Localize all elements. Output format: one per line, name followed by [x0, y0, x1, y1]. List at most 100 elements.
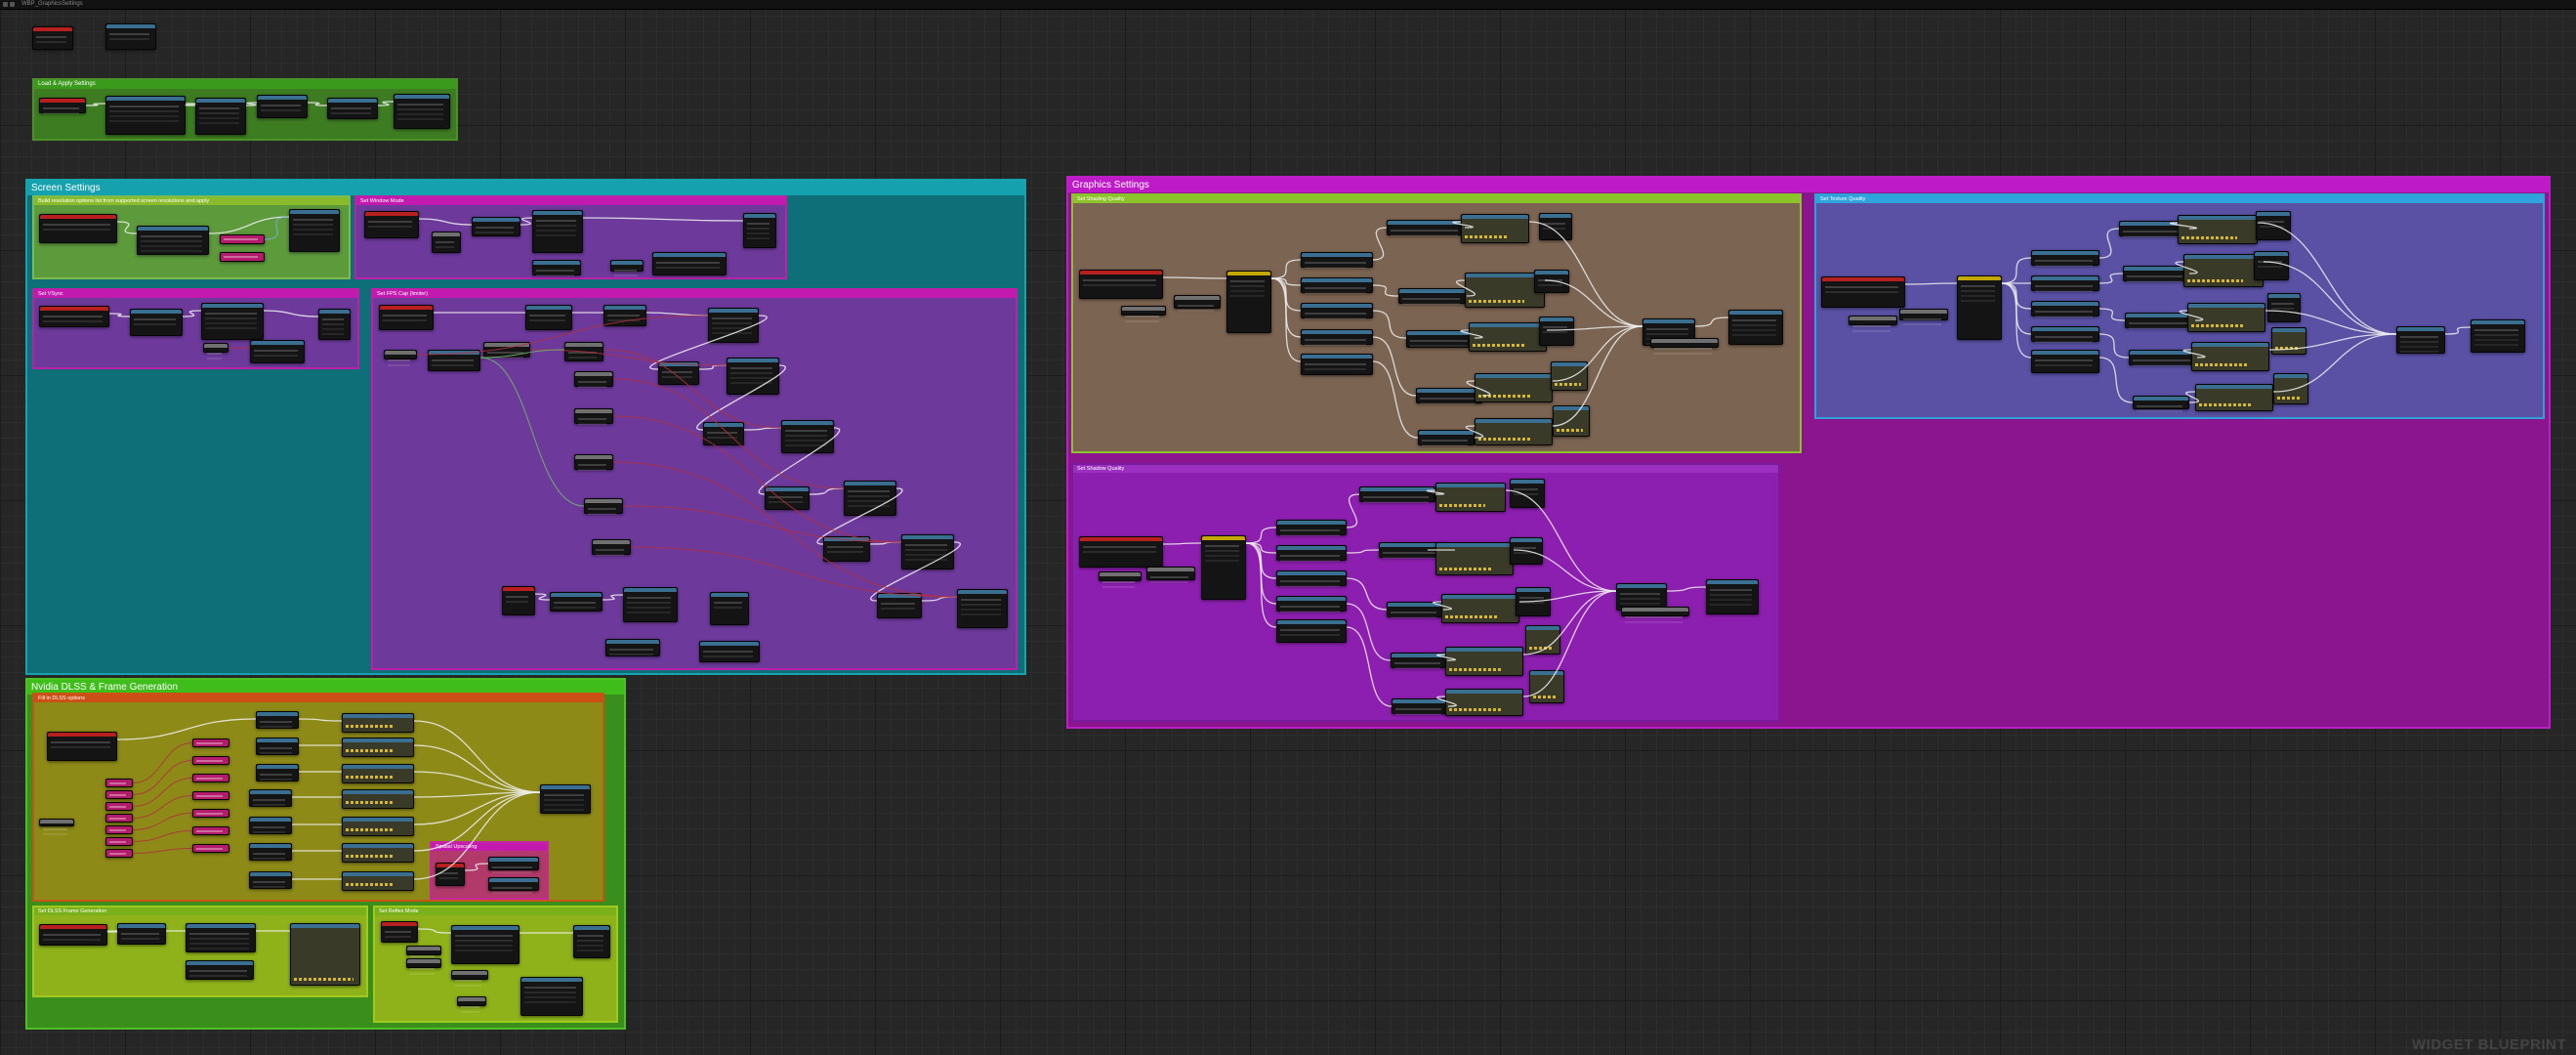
shading-set-2[interactable] — [1465, 273, 1545, 308]
fps-reset-event[interactable] — [502, 586, 535, 615]
shadow-option-4[interactable] — [1391, 653, 1447, 668]
fps-reset-switch-node[interactable] — [550, 592, 602, 612]
shadow-apply-value[interactable] — [1621, 607, 1689, 618]
dlss-add-option-5[interactable] — [342, 817, 414, 836]
frame-gen-switch-node[interactable] — [117, 923, 166, 945]
fps-reset-apply-node[interactable] — [623, 587, 678, 622]
shading-extra-4[interactable] — [1551, 361, 1588, 391]
shading-save-node[interactable] — [1728, 310, 1783, 345]
shadow-changed-event[interactable] — [1079, 536, 1163, 568]
set-fps-120-node[interactable] — [703, 422, 744, 445]
apply-fps-d-node[interactable] — [844, 481, 896, 516]
shading-case-cinematic[interactable] — [1301, 354, 1373, 375]
apply-settings-event-node[interactable] — [39, 98, 86, 113]
resolution-option-b[interactable] — [220, 252, 265, 262]
dlss-mode-7[interactable] — [105, 849, 133, 858]
texture-extra-2[interactable] — [2254, 251, 2289, 280]
shading-apply-value[interactable] — [1650, 338, 1719, 350]
fps-option-f[interactable] — [574, 454, 613, 470]
texture-extra-3[interactable] — [2267, 293, 2301, 322]
shading-set-3[interactable] — [1469, 322, 1547, 352]
set-fps-unlimited-node[interactable] — [877, 593, 922, 618]
texture-case-cinematic[interactable] — [2031, 350, 2099, 373]
add-option-node[interactable] — [289, 209, 340, 252]
texture-case-medium[interactable] — [2031, 275, 2099, 291]
reflex-option-a[interactable] — [406, 946, 441, 957]
dlss-add-option-7[interactable] — [342, 871, 414, 891]
shadow-set-2[interactable] — [1435, 542, 1514, 575]
shadow-case-high[interactable] — [1276, 570, 1347, 586]
texture-set-4[interactable] — [2191, 342, 2269, 371]
apply-window-node[interactable] — [327, 98, 378, 119]
set-fps-240-node[interactable] — [823, 536, 870, 562]
reflex-set-mode-node[interactable] — [451, 925, 519, 964]
texture-apply-node[interactable] — [2396, 326, 2445, 354]
dlss-option-7[interactable] — [192, 844, 229, 853]
shadow-value-b[interactable] — [1146, 567, 1195, 580]
fps-option-a[interactable] — [384, 350, 417, 361]
shading-case-epic[interactable] — [1301, 329, 1373, 345]
set-fps-144-node[interactable] — [765, 486, 810, 510]
back-icon[interactable] — [3, 2, 8, 7]
dlss-mode-6[interactable] — [105, 837, 133, 846]
texture-extra-1[interactable] — [2256, 211, 2291, 240]
shadow-set-4[interactable] — [1445, 647, 1523, 676]
load-settings-node[interactable] — [105, 96, 186, 135]
texture-save-node[interactable] — [2471, 319, 2525, 353]
dlss-add-option-1[interactable] — [342, 713, 414, 733]
dlss-add-option-3[interactable] — [342, 764, 414, 783]
texture-switch-node[interactable] — [1957, 275, 2002, 340]
dlss-check-7[interactable] — [249, 871, 292, 889]
fps-reset-c-node[interactable] — [605, 639, 660, 656]
dlss-mode-5[interactable] — [105, 825, 133, 834]
dlss-mode-2[interactable] — [105, 790, 133, 799]
switch-window-mode-node[interactable] — [432, 232, 461, 253]
apply-quality-node[interactable] — [257, 95, 308, 118]
fps-option-e[interactable] — [574, 408, 613, 424]
get-supported-resolutions-node[interactable] — [39, 214, 117, 243]
shadow-option-3[interactable] — [1387, 602, 1443, 617]
dlss-mode-3[interactable] — [105, 802, 133, 811]
frame-gen-apply-node[interactable] — [186, 960, 254, 980]
dlss-init-event[interactable] — [47, 732, 117, 761]
shading-option-3[interactable] — [1406, 330, 1475, 348]
texture-extra-5[interactable] — [2273, 373, 2308, 404]
dlss-mode-4[interactable] — [105, 814, 133, 823]
shading-case-low[interactable] — [1301, 252, 1373, 268]
texture-set-1[interactable] — [2178, 215, 2258, 244]
texture-option-2[interactable] — [2123, 266, 2189, 281]
shadow-set-5[interactable] — [1445, 689, 1523, 716]
fps-reset-d-node[interactable] — [699, 641, 760, 662]
shading-extra-5[interactable] — [1553, 405, 1590, 437]
set-fps-60-node[interactable] — [603, 305, 646, 326]
shading-case-medium[interactable] — [1301, 277, 1373, 293]
frame-gen-set-node[interactable] — [186, 923, 256, 952]
apply-vsync-node[interactable] — [201, 303, 264, 340]
shadow-case-epic[interactable] — [1276, 596, 1347, 612]
reflex-apply-node[interactable] — [520, 977, 583, 1016]
set-fps-30-node[interactable] — [525, 305, 572, 330]
for-each-resolution-node[interactable] — [137, 226, 209, 255]
apply-fps-e-node[interactable] — [901, 534, 954, 570]
texture-option-5[interactable] — [2133, 396, 2189, 409]
apply-window-mode-node[interactable] — [652, 252, 727, 275]
apply-fps-f-node[interactable] — [957, 589, 1008, 628]
dlss-option-5[interactable] — [192, 809, 229, 818]
texture-set-5[interactable] — [2195, 384, 2273, 411]
fps-option-c[interactable] — [564, 342, 603, 361]
vsync-value-node[interactable] — [203, 343, 229, 355]
shading-set-1[interactable] — [1461, 214, 1529, 243]
shading-value-a[interactable] — [1121, 306, 1166, 317]
shadow-value-a[interactable] — [1099, 571, 1142, 583]
dlss-mode-1[interactable] — [105, 779, 133, 787]
texture-extra-4[interactable] — [2271, 327, 2306, 355]
dlss-option-4[interactable] — [192, 791, 229, 800]
event-construct-node[interactable] — [32, 26, 73, 50]
dlss-set-selected-node[interactable] — [540, 784, 591, 814]
fps-switch-node[interactable] — [428, 350, 480, 371]
texture-set-3[interactable] — [2187, 303, 2265, 332]
dlss-check-1[interactable] — [256, 711, 299, 729]
frame-gen-changed-event[interactable] — [39, 924, 107, 946]
set-vsync-enabled-node[interactable] — [130, 309, 183, 336]
shadow-extra-5[interactable] — [1529, 670, 1564, 703]
